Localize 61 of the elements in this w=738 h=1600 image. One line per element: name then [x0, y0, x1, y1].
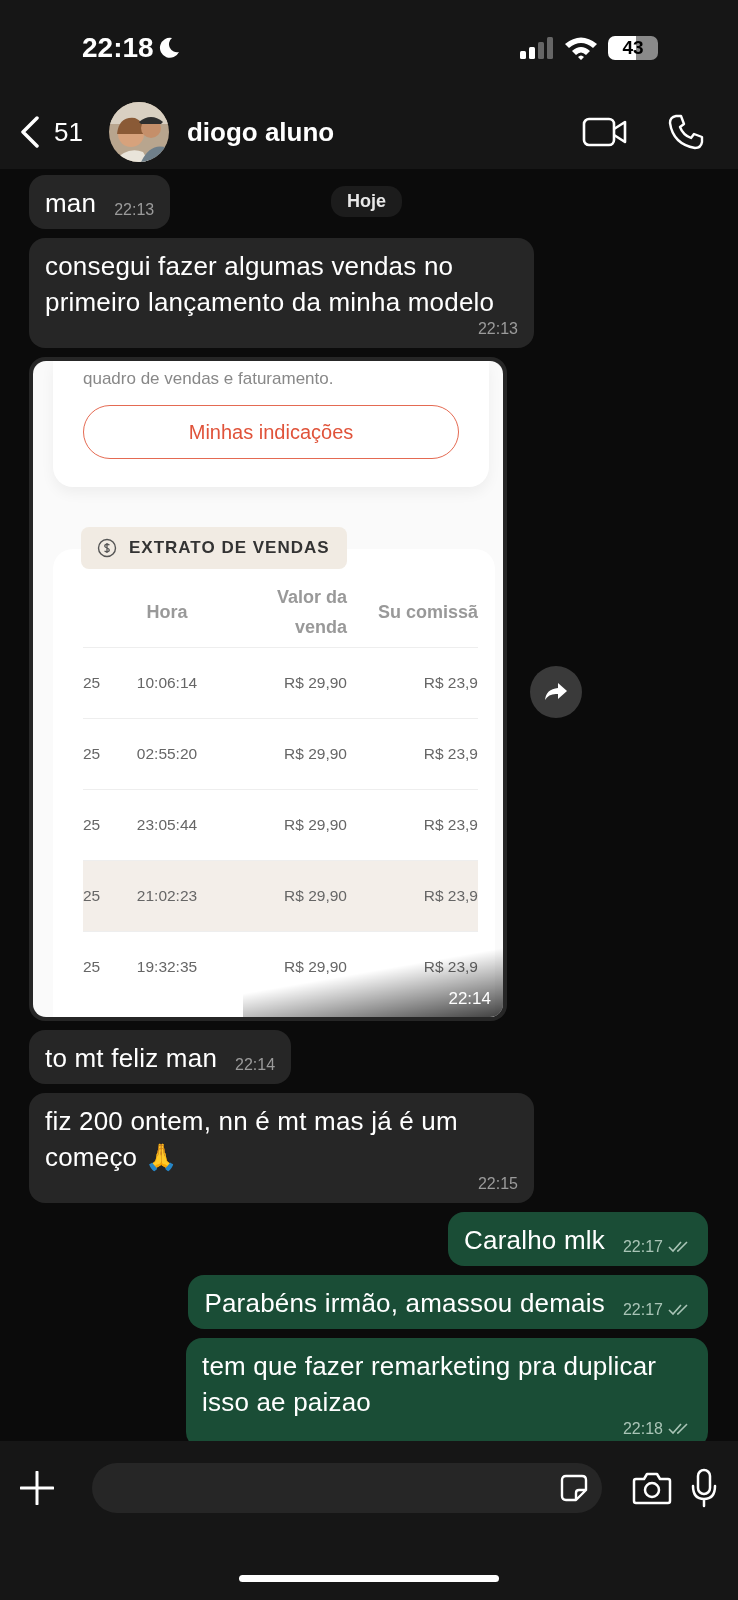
table-cell: R$ 29,90	[284, 958, 347, 976]
date-pill: Hoje	[331, 186, 402, 217]
signal-icon	[520, 36, 554, 59]
phone-icon[interactable]	[668, 114, 704, 150]
message-text: tem que fazer remarketing pra duplicar isso ae paizao	[202, 1350, 658, 1419]
table-cell: R$ 29,90	[284, 674, 347, 692]
table-cell: 25	[83, 674, 101, 692]
table-cell: 25	[83, 958, 101, 976]
table-cell: 02:55:20	[136, 745, 198, 763]
message-time: 22:17	[622, 1301, 663, 1319]
share-arrow-icon	[544, 682, 568, 702]
description-text: quadro de vendas e faturamento.	[83, 369, 335, 389]
message-input[interactable]	[92, 1463, 602, 1513]
chevron-left-icon	[20, 116, 40, 148]
message-text: man	[45, 187, 97, 220]
camera-icon[interactable]	[632, 1471, 672, 1505]
column-header: Hora	[145, 601, 189, 624]
battery-level: 43	[608, 35, 658, 60]
wifi-icon	[564, 35, 598, 60]
contact-name[interactable]: diogo aluno	[186, 116, 570, 148]
table-cell: 10:06:14	[136, 674, 198, 692]
table-cell: R$ 23,9	[423, 958, 478, 976]
referrals-button[interactable]: Minhas indicações	[83, 405, 459, 459]
message-text: Parabéns irmão, amassou demais	[204, 1287, 605, 1320]
section-title: EXTRATO DE VENDAS	[129, 538, 330, 558]
sticker-icon[interactable]	[560, 1474, 588, 1502]
microphone-icon[interactable]	[690, 1468, 718, 1508]
message-time: 22:13	[477, 320, 518, 338]
table-cell: 25	[83, 745, 101, 763]
table-cell: 25	[83, 816, 101, 834]
table-cell: R$ 23,9	[423, 887, 478, 905]
message-time: 22:15	[477, 1175, 518, 1193]
video-call-icon[interactable]	[582, 117, 628, 147]
message-text: Caralho mlk	[464, 1224, 605, 1257]
clock-time: 22:18	[82, 31, 154, 64]
message-text: fiz 200 ontem, nn é mt mas já é um começo 🙏	[45, 1105, 459, 1174]
table-cell: R$ 23,9	[423, 674, 478, 692]
message-time: 22:17	[622, 1238, 663, 1256]
table-cell: 25	[83, 887, 101, 905]
moon-icon	[157, 36, 180, 59]
message-time: 22:18	[622, 1420, 663, 1438]
dollar-icon	[97, 538, 117, 558]
table-cell: R$ 23,9	[423, 745, 478, 763]
table-cell: R$ 29,90	[284, 887, 347, 905]
message-time: 22:14	[448, 989, 491, 1009]
message-time: 22:14	[235, 1056, 276, 1074]
plus-icon[interactable]	[20, 1471, 54, 1505]
column-header: Su comissã	[376, 601, 478, 624]
back-button[interactable]: 51	[20, 116, 83, 148]
forward-button[interactable]	[530, 666, 582, 718]
image-message[interactable]	[29, 357, 507, 1021]
message-text: to mt feliz man	[45, 1042, 218, 1075]
table-cell: 19:32:35	[136, 958, 198, 976]
message-time: 22:13	[114, 201, 155, 219]
table-cell: R$ 29,90	[284, 816, 347, 834]
column-header: Valor da venda	[275, 586, 347, 639]
table-cell: 23:05:44	[136, 816, 198, 834]
table-cell: R$ 29,90	[284, 745, 347, 763]
table-cell: 21:02:23	[136, 887, 198, 905]
table-cell: R$ 23,9	[423, 816, 478, 834]
message-text: consegui fazer algumas vendas no primeiro lançamento da minha modelo	[45, 250, 496, 319]
